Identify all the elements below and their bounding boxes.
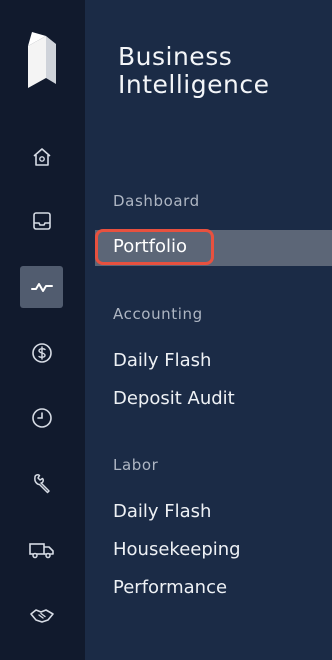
inbox-icon[interactable] [22, 201, 62, 241]
nav-item-housekeeping[interactable]: Housekeeping [113, 538, 241, 562]
section-label-dashboard: Dashboard [113, 192, 200, 210]
wrench-icon[interactable] [22, 464, 62, 504]
nav-item-accounting-daily-flash[interactable]: Daily Flash [113, 349, 211, 373]
section-label-accounting: Accounting [113, 305, 203, 323]
nav-item-labor-daily-flash[interactable]: Daily Flash [113, 500, 211, 524]
dollar-coin-icon[interactable] [22, 333, 62, 373]
clock-icon[interactable] [22, 398, 62, 438]
navigation-panel: Business Intelligence Dashboard Portfoli… [85, 0, 332, 660]
nav-item-portfolio[interactable]: Portfolio [95, 229, 214, 265]
activity-icon[interactable] [20, 266, 63, 308]
icon-rail [0, 0, 85, 660]
section-label-labor: Labor [113, 456, 159, 474]
app-logo-icon [28, 32, 56, 88]
app-window: Business Intelligence Dashboard Portfoli… [0, 0, 332, 660]
nav-item-performance[interactable]: Performance [113, 576, 227, 600]
handshake-icon[interactable] [22, 596, 62, 636]
truck-icon[interactable] [22, 530, 62, 570]
nav-item-deposit-audit[interactable]: Deposit Audit [113, 387, 235, 411]
home-icon[interactable] [22, 137, 62, 177]
app-title: Business Intelligence [118, 42, 270, 99]
